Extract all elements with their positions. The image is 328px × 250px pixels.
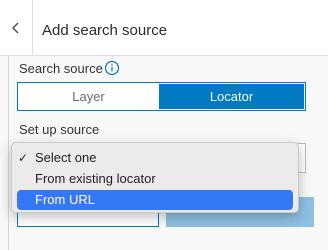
segment-locator[interactable]: Locator (159, 84, 304, 109)
option-label: From existing locator (35, 171, 156, 186)
info-icon[interactable] (104, 60, 120, 76)
divider (8, 56, 9, 250)
setup-source-label: Set up source (19, 122, 100, 137)
panel-header: Add search source (0, 0, 328, 56)
chevron-left-icon (12, 22, 19, 33)
add-search-source-panel: Add search source Search source Layer Lo… (0, 0, 328, 250)
search-source-segmented-control: Layer Locator (17, 82, 306, 111)
page-title: Add search source (42, 22, 168, 39)
back-button[interactable] (0, 0, 33, 55)
search-source-label: Search source (19, 61, 103, 76)
option-label: From URL (35, 192, 95, 207)
dropdown-option-existing-locator[interactable]: From existing locator (17, 169, 293, 189)
setup-source-dropdown-menu: ✓ Select one From existing locator From … (11, 142, 299, 213)
segment-layer[interactable]: Layer (19, 84, 158, 109)
option-label: Select one (35, 150, 97, 165)
dropdown-option-from-url[interactable]: From URL (17, 190, 293, 210)
checkmark-icon: ✓ (18, 151, 29, 165)
dropdown-option-select-one[interactable]: ✓ Select one (17, 148, 293, 168)
